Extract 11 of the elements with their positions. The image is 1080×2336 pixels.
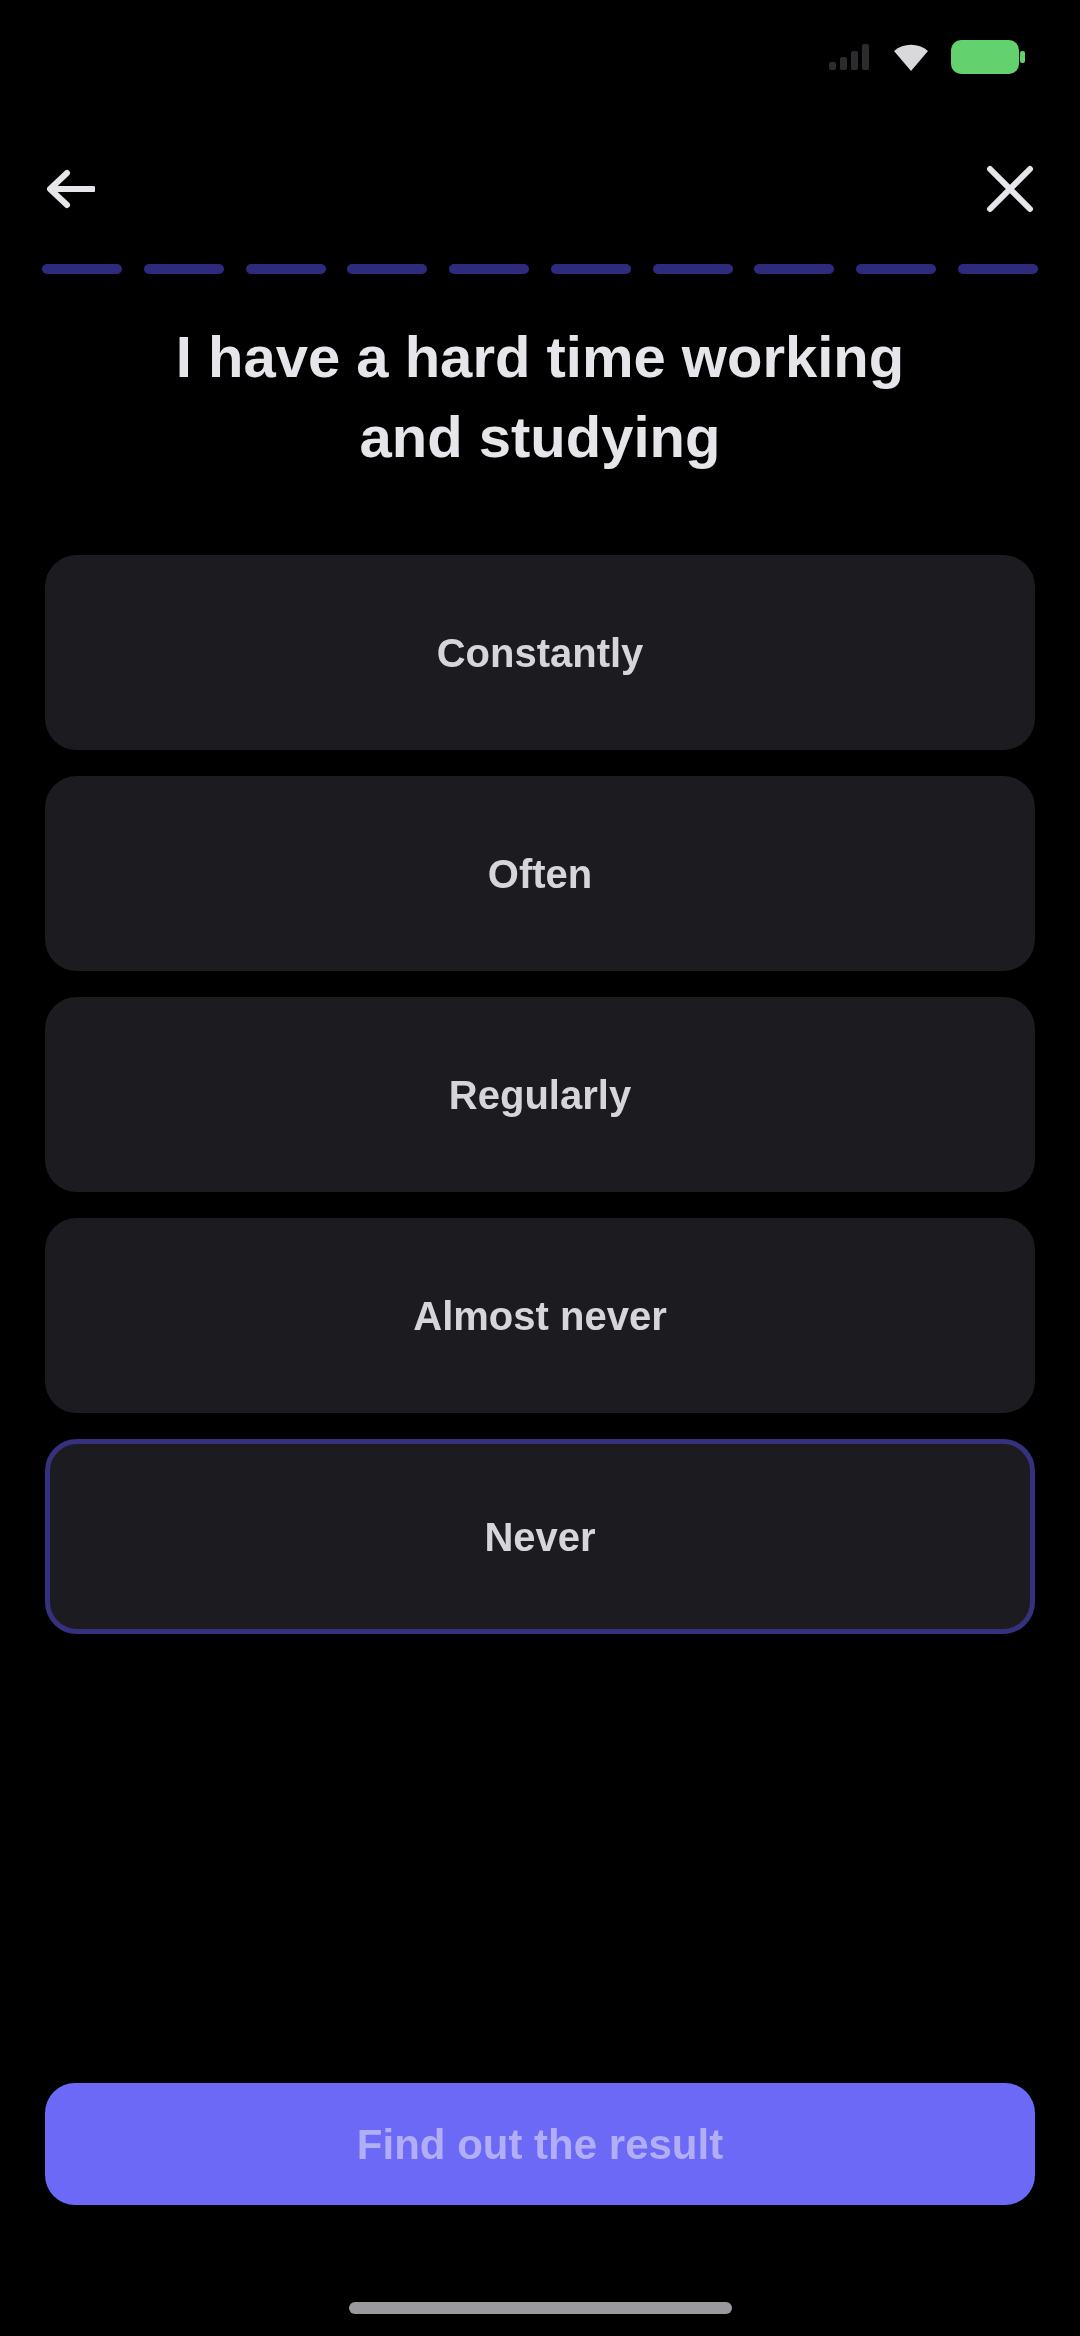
wifi-icon <box>893 43 929 71</box>
answer-option[interactable]: Constantly <box>45 555 1035 750</box>
answer-option[interactable]: Often <box>45 776 1035 971</box>
close-icon[interactable] <box>985 164 1035 214</box>
answer-option[interactable]: Almost never <box>45 1218 1035 1413</box>
answer-option[interactable]: Regularly <box>45 997 1035 1192</box>
signal-icon <box>829 44 871 70</box>
back-arrow-icon[interactable] <box>45 169 95 209</box>
answer-option[interactable]: Never <box>45 1439 1035 1634</box>
question-title: I have a hard time working and studying <box>174 323 906 471</box>
battery-icon <box>951 40 1025 74</box>
